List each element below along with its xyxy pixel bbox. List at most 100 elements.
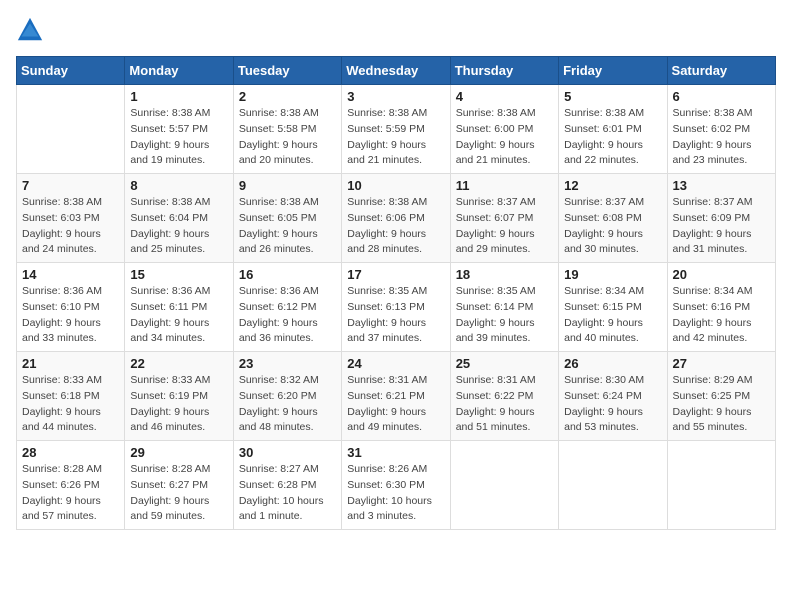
day-number: 26 xyxy=(564,356,661,371)
day-number: 5 xyxy=(564,89,661,104)
day-info: Sunrise: 8:38 AM Sunset: 6:01 PM Dayligh… xyxy=(564,106,661,169)
day-info: Sunrise: 8:38 AM Sunset: 6:02 PM Dayligh… xyxy=(673,106,770,169)
day-info: Sunrise: 8:38 AM Sunset: 5:59 PM Dayligh… xyxy=(347,106,444,169)
calendar-cell xyxy=(559,441,667,530)
day-header-sunday: Sunday xyxy=(17,57,125,85)
calendar-cell: 26Sunrise: 8:30 AM Sunset: 6:24 PM Dayli… xyxy=(559,352,667,441)
day-number: 3 xyxy=(347,89,444,104)
day-number: 7 xyxy=(22,178,119,193)
day-header-wednesday: Wednesday xyxy=(342,57,450,85)
day-info: Sunrise: 8:34 AM Sunset: 6:15 PM Dayligh… xyxy=(564,284,661,347)
day-info: Sunrise: 8:37 AM Sunset: 6:08 PM Dayligh… xyxy=(564,195,661,258)
day-number: 6 xyxy=(673,89,770,104)
calendar-cell: 5 Sunrise: 8:38 AM Sunset: 6:01 PM Daylig… xyxy=(559,85,667,174)
day-number: 27 xyxy=(673,356,770,371)
calendar-cell xyxy=(17,85,125,174)
calendar-cell: 11 Sunrise: 8:37 AM Sunset: 6:07 PM Dayli… xyxy=(450,174,558,263)
calendar-cell: 29 Sunrise: 8:28 AM Sunset: 6:27 PM Dayli… xyxy=(125,441,233,530)
day-number: 30 xyxy=(239,445,336,460)
calendar-cell: 25 Sunrise: 8:31 AM Sunset: 6:22 PM Dayli… xyxy=(450,352,558,441)
calendar-cell: 20 Sunrise: 8:34 AM Sunset: 6:16 PM Dayli… xyxy=(667,263,775,352)
day-info: Sunrise: 8:38 AM Sunset: 6:04 PM Dayligh… xyxy=(130,195,227,258)
day-number: 15 xyxy=(130,267,227,282)
day-info: Sunrise: 8:33 AM Sunset: 6:19 PM Dayligh… xyxy=(130,373,227,436)
calendar-cell: 22Sunrise: 8:33 AM Sunset: 6:19 PM Dayli… xyxy=(125,352,233,441)
day-info: Sunrise: 8:28 AM Sunset: 6:27 PM Dayligh… xyxy=(130,462,227,525)
day-header-thursday: Thursday xyxy=(450,57,558,85)
day-info: Sunrise: 8:26 AM Sunset: 6:30 PM Dayligh… xyxy=(347,462,444,525)
day-number: 19 xyxy=(564,267,661,282)
calendar-cell: 23 Sunrise: 8:32 AM Sunset: 6:20 PM Dayli… xyxy=(233,352,341,441)
day-info: Sunrise: 8:38 AM Sunset: 5:57 PM Dayligh… xyxy=(130,106,227,169)
calendar-cell: 31Sunrise: 8:26 AM Sunset: 6:30 PM Dayli… xyxy=(342,441,450,530)
calendar-cell: 16 Sunrise: 8:36 AM Sunset: 6:12 PM Dayli… xyxy=(233,263,341,352)
calendar-cell: 4Sunrise: 8:38 AM Sunset: 6:00 PM Daylig… xyxy=(450,85,558,174)
day-info: Sunrise: 8:29 AM Sunset: 6:25 PM Dayligh… xyxy=(673,373,770,436)
calendar-cell: 6 Sunrise: 8:38 AM Sunset: 6:02 PM Daylig… xyxy=(667,85,775,174)
day-number: 20 xyxy=(673,267,770,282)
calendar-cell xyxy=(450,441,558,530)
calendar-cell: 18 Sunrise: 8:35 AM Sunset: 6:14 PM Dayli… xyxy=(450,263,558,352)
logo-icon xyxy=(16,16,44,44)
calendar-cell: 3 Sunrise: 8:38 AM Sunset: 5:59 PM Daylig… xyxy=(342,85,450,174)
day-header-tuesday: Tuesday xyxy=(233,57,341,85)
calendar-cell: 14Sunrise: 8:36 AM Sunset: 6:10 PM Dayli… xyxy=(17,263,125,352)
day-info: Sunrise: 8:35 AM Sunset: 6:14 PM Dayligh… xyxy=(456,284,553,347)
day-number: 21 xyxy=(22,356,119,371)
day-info: Sunrise: 8:37 AM Sunset: 6:09 PM Dayligh… xyxy=(673,195,770,258)
day-number: 25 xyxy=(456,356,553,371)
calendar-cell: 27 Sunrise: 8:29 AM Sunset: 6:25 PM Dayli… xyxy=(667,352,775,441)
day-info: Sunrise: 8:38 AM Sunset: 6:06 PM Dayligh… xyxy=(347,195,444,258)
logo xyxy=(16,16,48,44)
calendar-cell: 13 Sunrise: 8:37 AM Sunset: 6:09 PM Dayli… xyxy=(667,174,775,263)
day-number: 17 xyxy=(347,267,444,282)
page-header xyxy=(16,16,776,44)
calendar-cell: 2Sunrise: 8:38 AM Sunset: 5:58 PM Daylig… xyxy=(233,85,341,174)
day-number: 1 xyxy=(130,89,227,104)
day-header-friday: Friday xyxy=(559,57,667,85)
week-row-2: 7 Sunrise: 8:38 AM Sunset: 6:03 PM Daylig… xyxy=(17,174,776,263)
day-number: 8 xyxy=(130,178,227,193)
day-number: 13 xyxy=(673,178,770,193)
day-info: Sunrise: 8:38 AM Sunset: 6:05 PM Dayligh… xyxy=(239,195,336,258)
day-info: Sunrise: 8:36 AM Sunset: 6:11 PM Dayligh… xyxy=(130,284,227,347)
calendar-header-row: SundayMondayTuesdayWednesdayThursdayFrid… xyxy=(17,57,776,85)
calendar-cell: 19 Sunrise: 8:34 AM Sunset: 6:15 PM Dayli… xyxy=(559,263,667,352)
calendar-cell: 8 Sunrise: 8:38 AM Sunset: 6:04 PM Daylig… xyxy=(125,174,233,263)
calendar-cell: 15 Sunrise: 8:36 AM Sunset: 6:11 PM Dayli… xyxy=(125,263,233,352)
day-info: Sunrise: 8:36 AM Sunset: 6:12 PM Dayligh… xyxy=(239,284,336,347)
day-info: Sunrise: 8:32 AM Sunset: 6:20 PM Dayligh… xyxy=(239,373,336,436)
day-number: 28 xyxy=(22,445,119,460)
day-number: 12 xyxy=(564,178,661,193)
day-number: 18 xyxy=(456,267,553,282)
day-number: 16 xyxy=(239,267,336,282)
day-info: Sunrise: 8:34 AM Sunset: 6:16 PM Dayligh… xyxy=(673,284,770,347)
day-number: 24 xyxy=(347,356,444,371)
calendar-cell: 17 Sunrise: 8:35 AM Sunset: 6:13 PM Dayli… xyxy=(342,263,450,352)
calendar-cell: 9Sunrise: 8:38 AM Sunset: 6:05 PM Daylig… xyxy=(233,174,341,263)
calendar-cell: 28Sunrise: 8:28 AM Sunset: 6:26 PM Dayli… xyxy=(17,441,125,530)
day-number: 10 xyxy=(347,178,444,193)
calendar-table: SundayMondayTuesdayWednesdayThursdayFrid… xyxy=(16,56,776,530)
day-number: 23 xyxy=(239,356,336,371)
calendar-cell: 10 Sunrise: 8:38 AM Sunset: 6:06 PM Dayli… xyxy=(342,174,450,263)
calendar-cell: 1 Sunrise: 8:38 AM Sunset: 5:57 PM Daylig… xyxy=(125,85,233,174)
day-header-saturday: Saturday xyxy=(667,57,775,85)
calendar-cell xyxy=(667,441,775,530)
day-info: Sunrise: 8:31 AM Sunset: 6:22 PM Dayligh… xyxy=(456,373,553,436)
day-info: Sunrise: 8:31 AM Sunset: 6:21 PM Dayligh… xyxy=(347,373,444,436)
week-row-4: 21 Sunrise: 8:33 AM Sunset: 6:18 PM Dayli… xyxy=(17,352,776,441)
day-number: 4 xyxy=(456,89,553,104)
week-row-5: 28Sunrise: 8:28 AM Sunset: 6:26 PM Dayli… xyxy=(17,441,776,530)
day-number: 11 xyxy=(456,178,553,193)
day-info: Sunrise: 8:33 AM Sunset: 6:18 PM Dayligh… xyxy=(22,373,119,436)
day-info: Sunrise: 8:38 AM Sunset: 6:03 PM Dayligh… xyxy=(22,195,119,258)
calendar-cell: 24 Sunrise: 8:31 AM Sunset: 6:21 PM Dayli… xyxy=(342,352,450,441)
week-row-1: 1 Sunrise: 8:38 AM Sunset: 5:57 PM Daylig… xyxy=(17,85,776,174)
day-number: 29 xyxy=(130,445,227,460)
day-info: Sunrise: 8:38 AM Sunset: 5:58 PM Dayligh… xyxy=(239,106,336,169)
day-number: 14 xyxy=(22,267,119,282)
day-info: Sunrise: 8:27 AM Sunset: 6:28 PM Dayligh… xyxy=(239,462,336,525)
day-info: Sunrise: 8:35 AM Sunset: 6:13 PM Dayligh… xyxy=(347,284,444,347)
day-info: Sunrise: 8:37 AM Sunset: 6:07 PM Dayligh… xyxy=(456,195,553,258)
